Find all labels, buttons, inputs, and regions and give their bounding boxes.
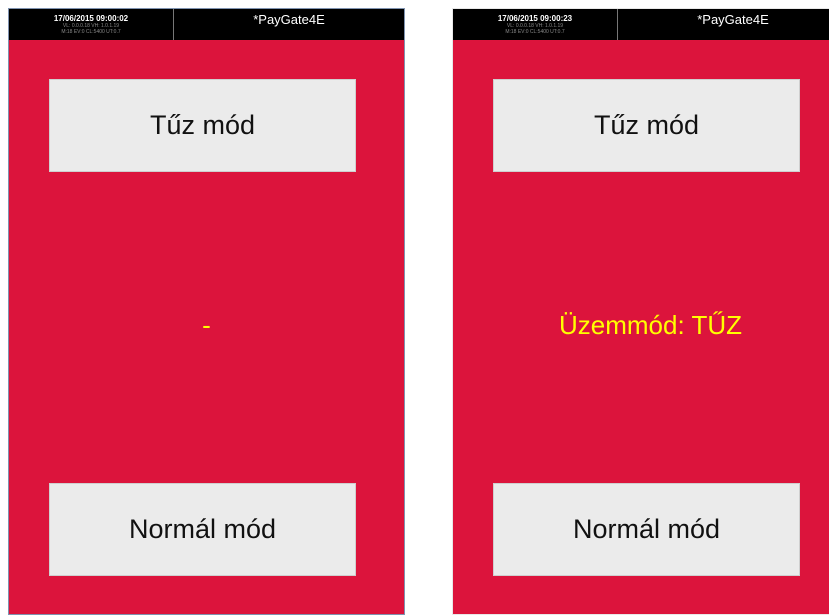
device-title: *PayGate4E bbox=[697, 12, 769, 27]
normal-mode-button[interactable]: Normál mód bbox=[493, 483, 800, 576]
status-info-line2: M:18 EV:0 CL:5400 UT:0.7 bbox=[61, 29, 121, 35]
status-time: 17/06/2015 09:00:02 bbox=[53, 14, 129, 23]
fire-mode-button[interactable]: Tűz mód bbox=[493, 79, 800, 172]
status-bar: 17/06/2015 09:00:23 VL: 0.0.0.18 VH: 1.0… bbox=[453, 9, 829, 41]
screen-after: 17/06/2015 09:00:23 VL: 0.0.0.18 VH: 1.0… bbox=[452, 8, 829, 615]
mode-panel: Tűz mód - Normál mód bbox=[9, 40, 404, 614]
status-info-line2: M:18 EV:0 CL:5400 UT:0.7 bbox=[505, 29, 565, 35]
screen-before: 17/06/2015 09:00:02 VL: 0.0.0.18 VH: 1.0… bbox=[8, 8, 405, 615]
normal-mode-button[interactable]: Normál mód bbox=[49, 483, 356, 576]
fire-mode-button[interactable]: Tűz mód bbox=[49, 79, 356, 172]
mode-status-text: - bbox=[202, 310, 211, 340]
status-time: 17/06/2015 09:00:23 bbox=[497, 14, 573, 23]
mode-status-text: Üzemmód: TŰZ bbox=[559, 310, 742, 340]
mode-panel: Tűz mód Üzemmód: TŰZ Normál mód bbox=[453, 40, 829, 614]
device-title: *PayGate4E bbox=[253, 12, 325, 27]
status-bar: 17/06/2015 09:00:02 VL: 0.0.0.18 VH: 1.0… bbox=[9, 9, 404, 41]
status-datetime-block: 17/06/2015 09:00:02 VL: 0.0.0.18 VH: 1.0… bbox=[9, 9, 174, 40]
status-datetime-block: 17/06/2015 09:00:23 VL: 0.0.0.18 VH: 1.0… bbox=[453, 9, 618, 40]
